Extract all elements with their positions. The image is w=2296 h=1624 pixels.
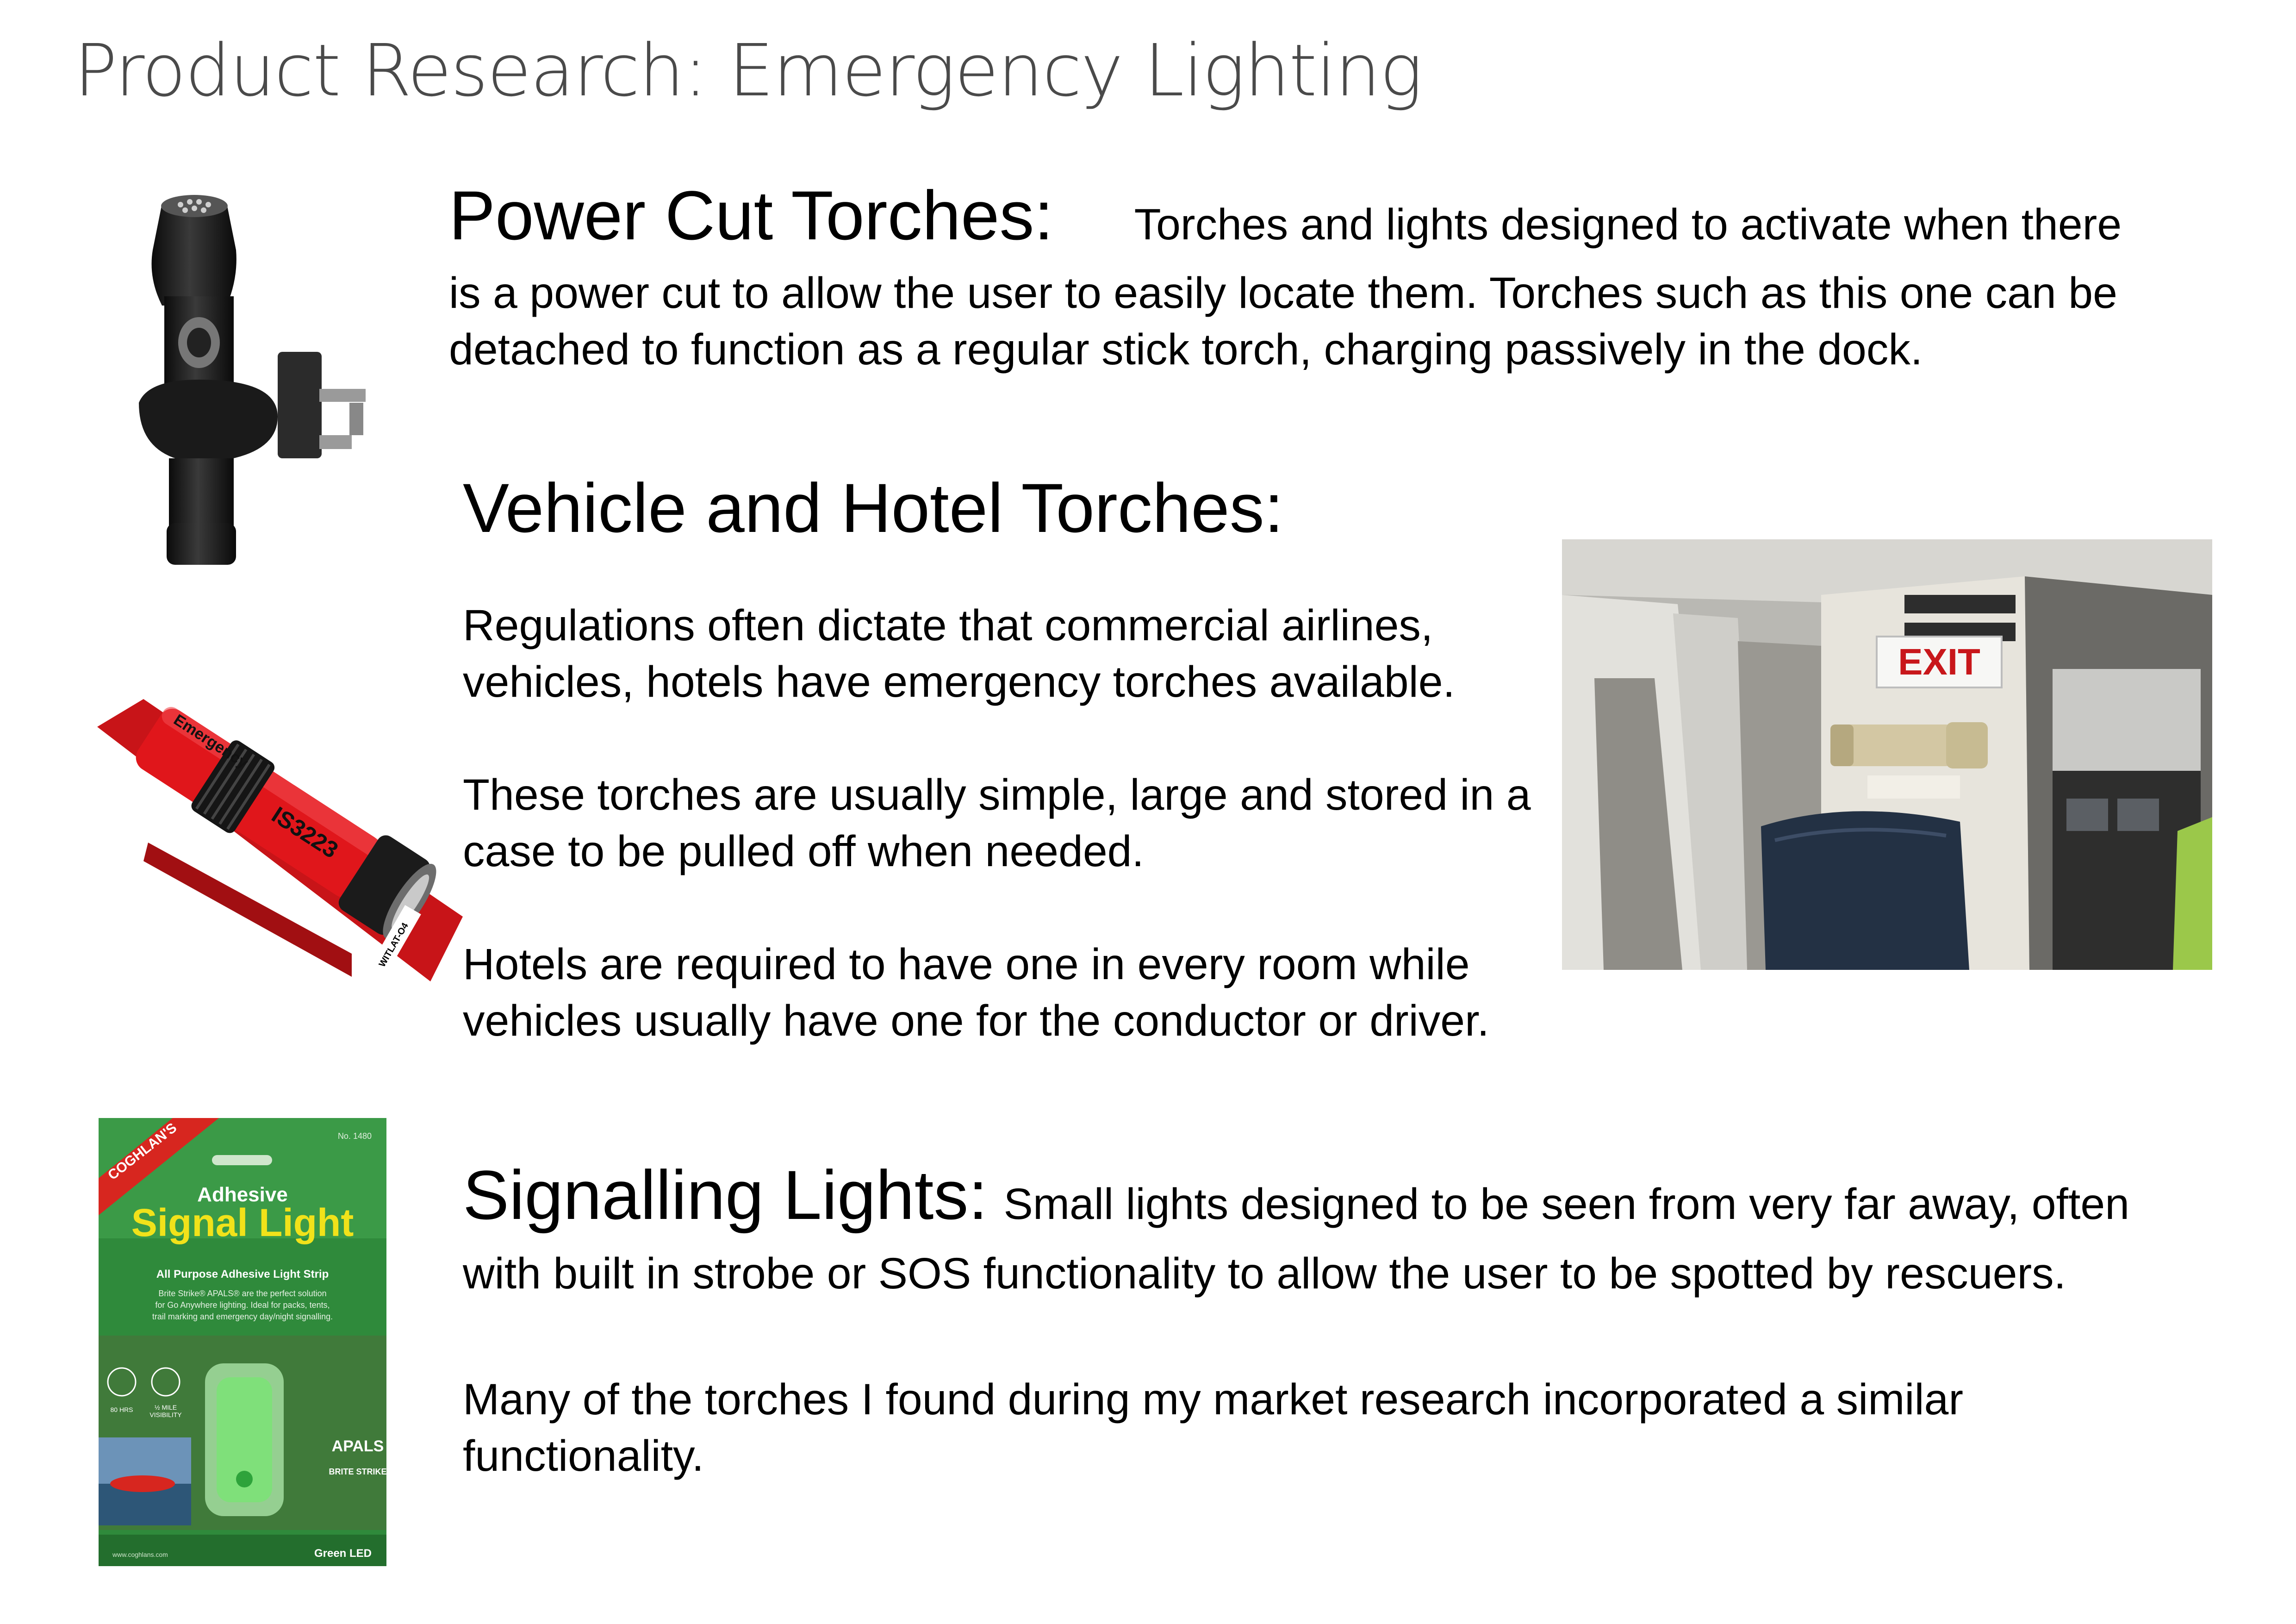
package-desc-line: trail marking and emergency day/night si…	[152, 1312, 333, 1321]
package-footer-left: www.coghlans.com	[112, 1551, 168, 1558]
package-desc-line: Brite Strike® APALS® are the perfect sol…	[158, 1289, 326, 1298]
exit-sign-text: EXIT	[1898, 641, 1980, 682]
power-cut-heading: Power Cut Torches:	[449, 176, 1054, 254]
power-cut-section: Power Cut Torches: Torches and lights de…	[449, 175, 2231, 378]
package-desc-line: for Go Anywhere lighting. Ideal for pack…	[155, 1300, 330, 1310]
power-cut-text-first-line: Torches and lights designed to activate …	[1134, 200, 2122, 249]
package-subtitle: All Purpose Adhesive Light Strip	[156, 1268, 329, 1280]
package-footer-right: Green LED	[314, 1547, 372, 1560]
signalling-text-second: Many of the torches I found during my ma…	[463, 1375, 1964, 1480]
vehicle-hotel-paragraph: Hotels are required to have one in every…	[463, 940, 1489, 1045]
signalling-section: Signalling Lights: Small lights designed…	[463, 1160, 2152, 1484]
aircraft-cabin-photo: EXIT	[1562, 539, 2212, 970]
vehicle-hotel-paragraph: Regulations often dictate that commercia…	[463, 601, 1455, 706]
package-icon-label: 80 HRS	[110, 1406, 133, 1413]
vehicle-hotel-paragraph: These torches are usually simple, large …	[463, 770, 1531, 876]
power-cut-text: is a power cut to allow the user to easi…	[449, 269, 2117, 374]
signal-light-package-image: COGHLAN'S No. 1480 Adhesive Signal Light…	[99, 1118, 386, 1566]
vehicle-hotel-heading: Vehicle and Hotel Torches:	[463, 469, 1284, 547]
package-icon-label: ½ MILE	[155, 1404, 177, 1411]
signalling-heading: Signalling Lights:	[463, 1156, 988, 1234]
page-title: Product Research: Emergency Lighting	[74, 29, 1423, 112]
package-icon-label: VISIBILITY	[149, 1411, 182, 1418]
vehicle-hotel-paragraphs: Regulations often dictate that commercia…	[463, 597, 1546, 1049]
package-title-big: Signal Light	[131, 1201, 354, 1244]
package-apals: APALS	[332, 1437, 384, 1455]
red-emergency-torch-image: Emergency IS3223 WITLAT-O4	[93, 657, 463, 991]
package-number: No. 1480	[338, 1131, 372, 1141]
power-cut-torch-image	[120, 185, 389, 574]
package-britestrike: BRITE STRIKE	[329, 1467, 386, 1476]
